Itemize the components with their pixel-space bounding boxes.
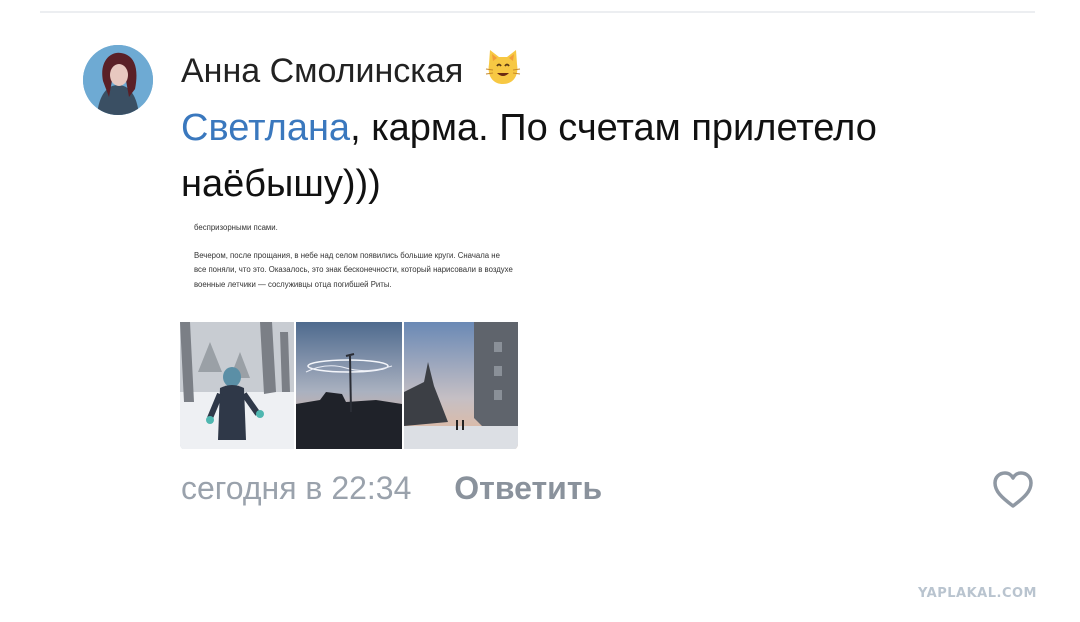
heart-icon — [993, 471, 1033, 508]
watermark: YAPLAKAL.COM — [918, 586, 1037, 601]
attachment-image[interactable]: беспризорными псами. Вечером, после прощ… — [180, 213, 518, 450]
author-name[interactable]: Анна Смолинская — [181, 52, 463, 90]
like-button[interactable] — [991, 470, 1035, 510]
cat-emoji-icon — [483, 48, 523, 95]
comment-text: Светлана, карма. По счетам прилетело наё… — [181, 100, 1001, 212]
mention-link[interactable]: Светлана — [181, 107, 350, 149]
photo-child-in-snow — [180, 322, 294, 449]
avatar[interactable] — [83, 45, 153, 115]
attachment-text: беспризорными псами. Вечером, после прощ… — [194, 221, 514, 292]
comment-timestamp: сегодня в 22:34 — [181, 470, 412, 506]
reply-button[interactable]: Ответить — [454, 470, 602, 506]
photo-sky-infinity-trail — [296, 322, 402, 449]
attachment-paragraph: беспризорными псами. — [194, 223, 278, 232]
attachment-paragraph: Вечером, после прощания, в небе над село… — [194, 250, 513, 289]
author-name-row: Анна Смолинская — [181, 48, 523, 95]
comment-meta: сегодня в 22:34 Ответить — [181, 470, 602, 507]
photo-street-dusk — [404, 322, 518, 449]
top-divider — [40, 11, 1035, 13]
